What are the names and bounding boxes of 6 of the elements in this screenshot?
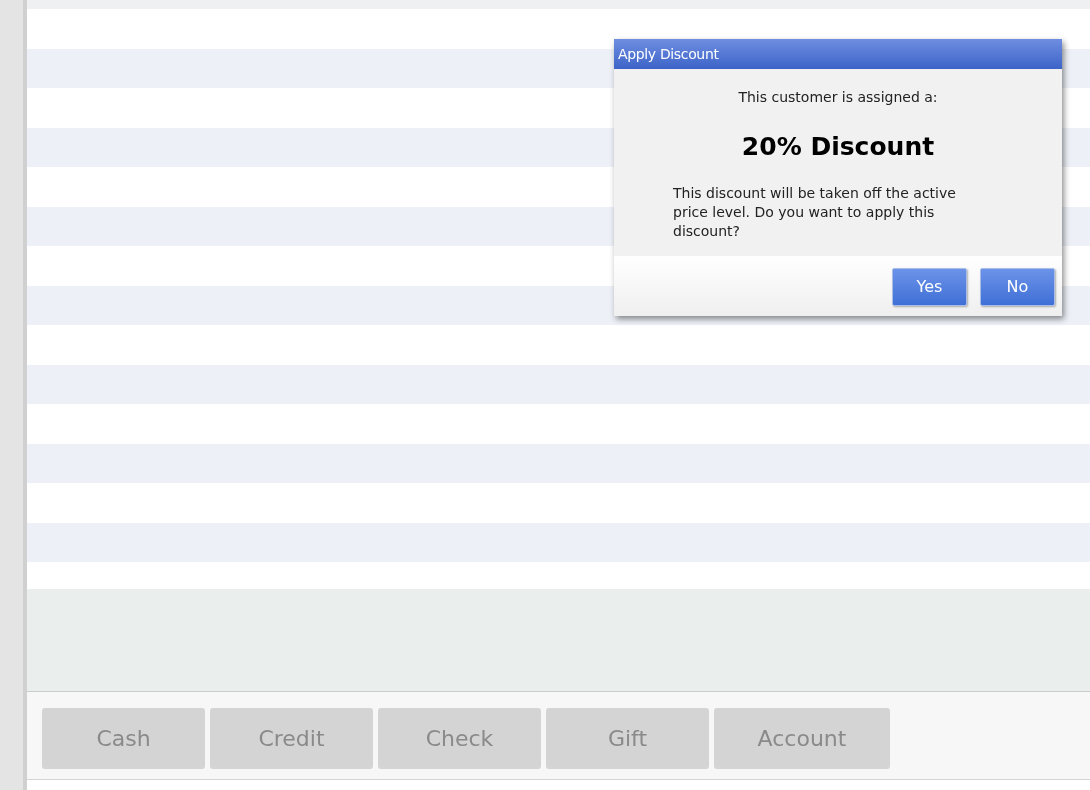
dialog-intro: This customer is assigned a: — [737, 88, 939, 107]
discount-amount: 20% Discount — [740, 131, 936, 163]
dialog-title: Apply Discount — [614, 39, 1062, 69]
dialog-message: This discount will be taken off the active price level. Do you want to apply this discount? — [673, 183, 957, 241]
dialog-button[interactable]: No — [980, 267, 1055, 306]
dialog-button[interactable]: Yes — [892, 267, 967, 306]
